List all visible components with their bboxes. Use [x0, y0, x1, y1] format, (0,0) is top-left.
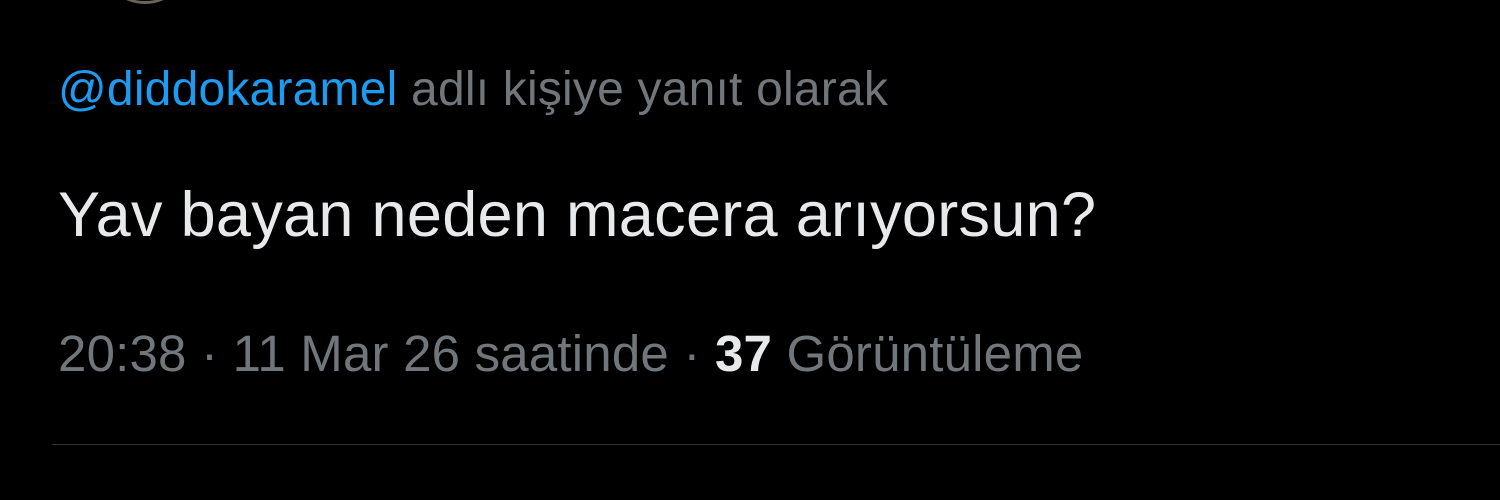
reply-context: @diddokaramel adlı kişiye yanıt olarak [58, 60, 888, 120]
avatar[interactable] [100, 0, 190, 4]
views-label[interactable]: Görüntüleme [786, 325, 1083, 382]
meta-separator: · [683, 325, 701, 382]
mention-link[interactable]: @diddokaramel [58, 63, 398, 116]
meta-separator: · [201, 325, 219, 382]
views-count[interactable]: 37 [715, 325, 772, 382]
tweet-metadata: 20:38 · 11 Mar 26 saatinde · 37 Görüntül… [58, 323, 1083, 385]
reply-context-label: adlı kişiye yanıt olarak [411, 63, 889, 116]
tweet-date[interactable]: 11 Mar 26 saatinde [233, 325, 669, 382]
tweet-time[interactable]: 20:38 [58, 325, 187, 382]
divider [52, 444, 1500, 445]
tweet-text: Yav bayan neden macera arıyorsun? [58, 180, 1097, 250]
